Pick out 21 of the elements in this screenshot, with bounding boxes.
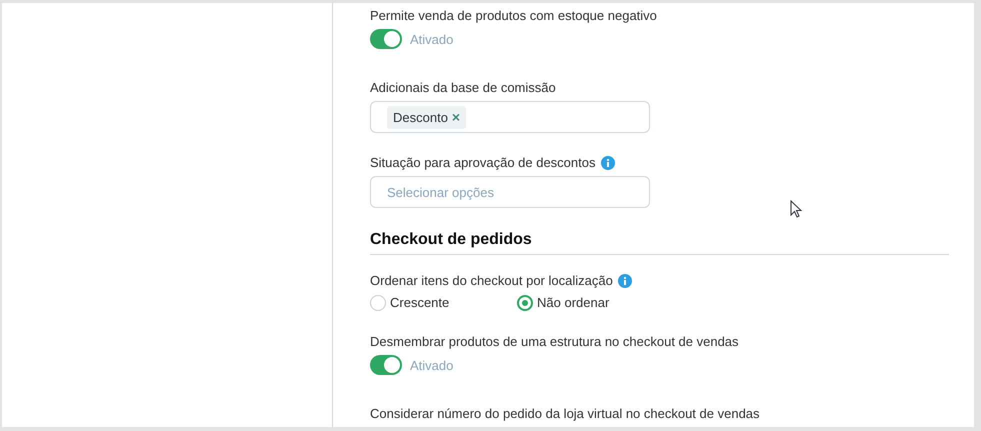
info-icon[interactable]: [600, 156, 614, 170]
toggle-state: Ativado: [410, 32, 454, 46]
toggle-switch[interactable]: [370, 355, 402, 375]
remove-icon[interactable]: ×: [452, 110, 460, 124]
toggle-state: Ativado: [410, 358, 454, 372]
radio-button[interactable]: [517, 295, 533, 311]
field-label: Desmembrar produtos de uma estrutura no checkout de vendas: [370, 334, 739, 350]
field-label: Situação para aprovação de descontos: [370, 155, 596, 171]
cursor-icon: [790, 200, 804, 220]
field-label: Permite venda de produtos com estoque negativo: [370, 8, 657, 24]
field-label: Considerar número do pedido da loja virtual no checkout de vendas: [370, 406, 760, 422]
info-icon[interactable]: [618, 274, 632, 288]
radio-button[interactable]: [370, 295, 386, 311]
section-heading: Checkout de pedidos: [370, 230, 949, 255]
multiselect-field[interactable]: Desconto ×: [370, 101, 650, 133]
field-label: Adicionais da base de comissão: [370, 80, 556, 96]
field-label: Ordenar itens do checkout por localização: [370, 273, 613, 289]
radio-label[interactable]: Não ordenar: [537, 294, 610, 312]
toggle-switch[interactable]: [370, 29, 402, 49]
tag-label: Desconto: [393, 110, 448, 124]
radio-label[interactable]: Crescente: [390, 294, 450, 312]
